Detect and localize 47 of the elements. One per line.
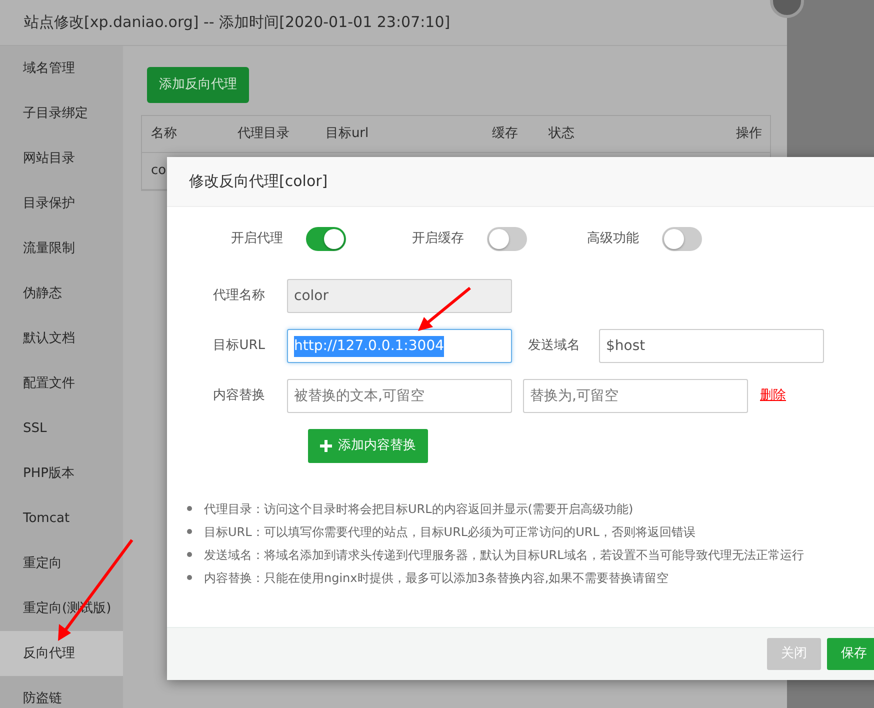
sidebar-item[interactable]: 重定向: [0, 541, 123, 586]
table-cell-text: co: [150, 162, 166, 180]
bullet-icon: [187, 506, 192, 511]
modal-title: 修改反向代理[color]: [189, 171, 328, 192]
switch-label: 高级功能: [587, 230, 639, 248]
field-label: 内容替换: [212, 387, 266, 406]
column-header: 缓存: [490, 124, 519, 143]
column-header: 代理目录: [236, 124, 291, 143]
sidebar-item[interactable]: 流量限制: [0, 226, 123, 271]
field-label: 目标URL: [212, 337, 266, 356]
sidebar-item[interactable]: PHP版本: [0, 451, 123, 496]
note-item: 发送域名：将域名添加到请求头传递到代理服务器，默认为目标URL域名，若设置不当可能导致代理无法正常运行: [204, 546, 804, 564]
sidebar-item[interactable]: 子目录绑定: [0, 91, 123, 136]
column-header: 名称: [150, 124, 178, 143]
toggle-switch[interactable]: [306, 227, 346, 251]
field-label: 代理名称: [212, 287, 266, 306]
sidebar-item[interactable]: 防盗链: [0, 676, 123, 708]
add-reverse-proxy-button[interactable]: 添加反向代理: [147, 67, 249, 102]
bullet-icon: [187, 529, 192, 534]
input-field[interactable]: $host: [599, 329, 824, 363]
sidebar-item[interactable]: 伪静态: [0, 271, 123, 316]
switch-label: 开启缓存: [412, 230, 464, 248]
input-field[interactable]: 被替换的文本,可留空: [287, 379, 512, 413]
column-header: 目标url: [324, 124, 370, 143]
field-label: 发送域名: [527, 337, 581, 356]
note-item: 代理目录：访问这个目录时将会把目标URL的内容返回并显示(需要开启高级功能): [204, 500, 634, 518]
bullet-icon: [187, 575, 192, 580]
input-field[interactable]: 替换为,可留空: [523, 379, 748, 413]
dialog-title: 站点修改[xp.daniao.org] -- 添加时间[2020-01-01 23:07:10]: [24, 12, 450, 34]
note-item: 目标URL：可以填写你需要代理的站点，目标URL必须为可正常访问的URL，否则将返回错误: [204, 524, 696, 540]
delete-link[interactable]: 删除: [760, 386, 786, 406]
column-header: 状态: [547, 124, 576, 143]
column-header: 操作: [734, 124, 763, 143]
sidebar-item[interactable]: 域名管理: [0, 46, 123, 91]
note-item: 内容替换：只能在使用nginx时提供，最多可以添加3条替换内容,如果不需要替换请留空: [204, 570, 669, 586]
toggle-switch[interactable]: [662, 227, 702, 251]
sidebar-item[interactable]: Tomcat: [0, 496, 123, 541]
bullet-icon: [187, 552, 192, 557]
plus-icon: [320, 440, 332, 452]
sidebar-item[interactable]: 目录保护: [0, 181, 123, 226]
sidebar-item[interactable]: 配置文件: [0, 361, 123, 406]
switch-label: 开启代理: [231, 230, 283, 248]
sidebar-item[interactable]: 反向代理: [0, 631, 123, 676]
sidebar-item[interactable]: 默认文档: [0, 316, 123, 361]
sidebar-item[interactable]: SSL: [0, 406, 123, 451]
sidebar-item[interactable]: 网站目录: [0, 136, 123, 181]
toggle-switch[interactable]: [487, 227, 527, 251]
